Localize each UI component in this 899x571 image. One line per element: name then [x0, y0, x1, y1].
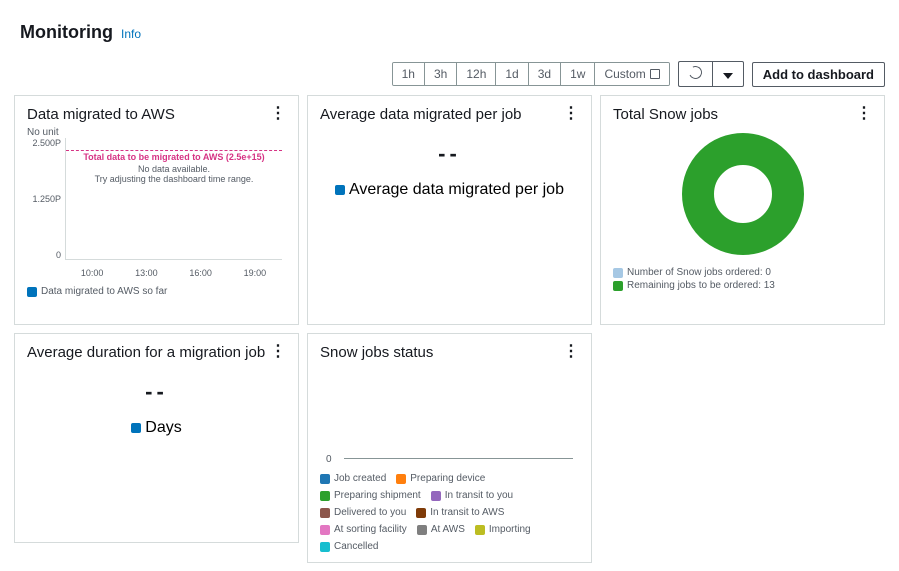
legend-label: At AWS — [431, 524, 465, 535]
legend-label: Average data migrated per job — [349, 181, 564, 199]
calendar-icon — [650, 69, 660, 79]
legend-label: Number of Snow jobs ordered: 0 — [627, 267, 771, 278]
card-menu-button[interactable]: ⋮ — [270, 344, 286, 360]
card-snow-status: Snow jobs status ⋮ 0 Job created Preparin… — [307, 333, 592, 563]
swatch-icon — [320, 491, 330, 501]
legend-label: Preparing device — [410, 473, 485, 484]
snow-legend: Job created Preparing device Preparing shi… — [320, 473, 579, 552]
range-custom[interactable]: Custom — [595, 63, 668, 85]
range-1d[interactable]: 1d — [496, 63, 528, 85]
legend-label: Cancelled — [334, 541, 378, 552]
swatch-icon — [335, 185, 345, 195]
card-title: Total Snow jobs — [613, 106, 718, 123]
legend-item: Data migrated to AWS so far — [27, 286, 167, 297]
metric-value: -- — [320, 141, 579, 167]
card-data-migrated: Data migrated to AWS ⋮ No unit 2.500P 1.… — [14, 95, 299, 325]
card-menu-button[interactable]: ⋮ — [270, 106, 286, 122]
card-menu-button[interactable]: ⋮ — [856, 106, 872, 122]
card-title: Average data migrated per job — [320, 106, 522, 123]
info-link[interactable]: Info — [121, 27, 141, 41]
toolbar: 1h 3h 12h 1d 3d 1w Custom Add to dashboa… — [14, 61, 885, 87]
y-tick: 1.250P — [27, 194, 61, 204]
legend-label: At sorting facility — [334, 524, 407, 535]
legend-item: Average data migrated per job — [335, 181, 564, 199]
legend-item: At AWS — [417, 524, 465, 535]
legend-label: Remaining jobs to be ordered: 13 — [627, 280, 775, 291]
legend-item: Preparing shipment — [320, 490, 421, 501]
x-tick: 10:00 — [81, 268, 104, 278]
card-menu-button[interactable]: ⋮ — [563, 344, 579, 360]
legend-label: In transit to AWS — [430, 507, 504, 518]
legend-item: In transit to you — [431, 490, 513, 501]
range-custom-label: Custom — [604, 67, 645, 81]
legend-label: Delivered to you — [334, 507, 406, 518]
card-title: Data migrated to AWS — [27, 106, 175, 123]
refresh-icon — [687, 64, 704, 81]
swatch-icon — [417, 525, 427, 535]
y-tick: 0 — [27, 250, 61, 260]
range-1h[interactable]: 1h — [393, 63, 425, 85]
range-1w[interactable]: 1w — [561, 63, 595, 85]
snow-status-chart: 0 — [320, 365, 579, 465]
swatch-icon — [475, 525, 485, 535]
try-adjust-label: Try adjusting the dashboard time range. — [66, 174, 282, 184]
range-3h[interactable]: 3h — [425, 63, 457, 85]
legend-label: In transit to you — [445, 490, 513, 501]
legend-label: Data migrated to AWS so far — [41, 286, 167, 297]
refresh-button[interactable] — [678, 61, 712, 87]
swatch-icon — [320, 525, 330, 535]
legend-item: Preparing device — [396, 473, 485, 484]
unit-label: No unit — [27, 127, 286, 138]
target-line — [66, 150, 282, 151]
card-menu-button[interactable]: ⋮ — [563, 106, 579, 122]
swatch-icon — [320, 474, 330, 484]
y-tick: 2.500P — [27, 138, 61, 148]
legend-item: Number of Snow jobs ordered: 0 — [613, 267, 872, 278]
swatch-icon — [27, 287, 37, 297]
range-12h[interactable]: 12h — [457, 63, 496, 85]
card-total-snow-jobs: Total Snow jobs ⋮ Number of Snow jobs or… — [600, 95, 885, 325]
target-line-label: Total data to be migrated to AWS (2.5e+1… — [66, 152, 282, 162]
range-3d[interactable]: 3d — [529, 63, 561, 85]
legend-item: Remaining jobs to be ordered: 13 — [613, 280, 872, 291]
swatch-icon — [416, 508, 426, 518]
caret-down-icon — [723, 73, 733, 79]
swatch-icon — [131, 423, 141, 433]
legend-label: Importing — [489, 524, 531, 535]
swatch-icon — [320, 542, 330, 552]
legend-label: Preparing shipment — [334, 490, 421, 501]
card-avg-duration: Average duration for a migration job ⋮ -… — [14, 333, 299, 543]
swatch-icon — [396, 474, 406, 484]
add-to-dashboard-button[interactable]: Add to dashboard — [752, 62, 885, 87]
card-title: Snow jobs status — [320, 344, 433, 361]
swatch-icon — [613, 281, 623, 291]
legend-item: Job created — [320, 473, 386, 484]
legend-label: Job created — [334, 473, 386, 484]
legend-item: In transit to AWS — [416, 507, 504, 518]
line-chart: 2.500P 1.250P 0 Total data to be migrate… — [27, 138, 286, 278]
refresh-options-button[interactable] — [712, 61, 744, 87]
legend-item: Cancelled — [320, 541, 378, 552]
donut-chart — [613, 129, 872, 259]
legend-item: Delivered to you — [320, 507, 406, 518]
legend-item: Days — [131, 419, 181, 437]
page-title: Monitoring — [20, 22, 113, 43]
x-tick: 19:00 — [244, 268, 267, 278]
time-range-group: 1h 3h 12h 1d 3d 1w Custom — [392, 62, 670, 86]
axis-zero: 0 — [326, 454, 332, 465]
metric-value: -- — [27, 379, 286, 405]
no-data-label: No data available. — [66, 164, 282, 174]
x-tick: 13:00 — [135, 268, 158, 278]
card-avg-data-per-job: Average data migrated per job ⋮ -- Avera… — [307, 95, 592, 325]
legend-label: Days — [145, 419, 181, 437]
axis-line — [344, 458, 573, 459]
refresh-group — [678, 61, 744, 87]
x-tick: 16:00 — [189, 268, 212, 278]
card-title: Average duration for a migration job — [27, 344, 265, 361]
swatch-icon — [613, 268, 623, 278]
swatch-icon — [431, 491, 441, 501]
swatch-icon — [320, 508, 330, 518]
legend-item: At sorting facility — [320, 524, 407, 535]
legend-item: Importing — [475, 524, 531, 535]
